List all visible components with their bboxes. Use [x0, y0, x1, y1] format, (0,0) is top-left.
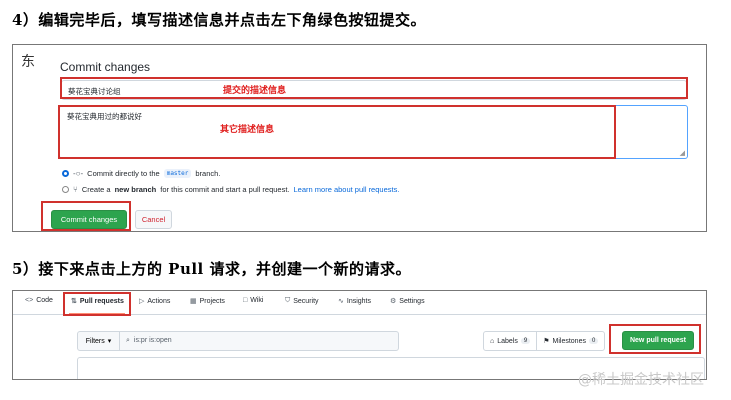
- labels-count: 9: [520, 338, 531, 344]
- annotation-box-summary: [60, 77, 688, 99]
- labels-milestones-group: ⌂ Labels 9 ⚑ Milestones 0: [483, 331, 606, 351]
- annotation-box-commit-button: [41, 201, 131, 231]
- wiki-icon: □: [243, 297, 248, 304]
- milestones-count: 0: [588, 338, 599, 344]
- code-icon: <>: [25, 297, 34, 304]
- tab-wiki[interactable]: □ Wiki: [243, 297, 263, 304]
- milestones-label: Milestones: [552, 337, 586, 345]
- branch-icon: ⑂: [73, 185, 78, 194]
- tab-label: Code: [36, 297, 53, 304]
- filters-dropdown[interactable]: Filters ▾: [78, 332, 120, 350]
- commit-changes-screenshot: 东 Commit changes 葵花宝典讨论组 葵花宝典用过的都说好 ◢ 提交…: [12, 44, 707, 232]
- step-5-heading: 5）接下来点击上方的 Pull 请求，并创建一个新的请求。: [12, 260, 411, 278]
- pr-filter-bar: Filters ▾ ⌕ is:pr is:open: [77, 331, 399, 351]
- tab-label: Security: [293, 297, 319, 305]
- tab-actions[interactable]: ▷ Actions: [139, 297, 171, 306]
- branch-name-badge: master: [163, 169, 192, 178]
- actions-icon: ▷: [139, 298, 145, 305]
- labels-button[interactable]: ⌂ Labels 9: [484, 332, 536, 350]
- radio-new-branch[interactable]: [62, 186, 69, 193]
- tab-projects[interactable]: ▦ Projects: [190, 297, 225, 306]
- milestones-button[interactable]: ⚑ Milestones 0: [536, 332, 604, 350]
- tab-label: Settings: [399, 297, 425, 305]
- tab-security[interactable]: ⛉ Security: [285, 297, 319, 305]
- tab-label: Actions: [147, 297, 171, 305]
- projects-icon: ▦: [190, 298, 197, 305]
- tab-code[interactable]: <> Code: [25, 297, 53, 304]
- commit-icon: -○-: [73, 169, 84, 178]
- annotation-box-pull-requests: [63, 292, 131, 316]
- new-branch-bold: new branch: [114, 185, 157, 194]
- pr-search-input[interactable]: ⌕ is:pr is:open: [126, 337, 172, 345]
- search-query: is:pr is:open: [133, 337, 172, 344]
- commit-direct-option[interactable]: -○- Commit directly to the master branch…: [62, 169, 220, 178]
- create-branch-option[interactable]: ⑂ Create a new branch for this commit an…: [62, 185, 399, 194]
- commit-direct-prefix: Commit directly to the: [87, 169, 160, 178]
- annotation-description-label: 其它描述信息: [220, 125, 275, 135]
- tab-insights[interactable]: ∿ Insights: [338, 297, 371, 306]
- milestone-icon: ⚑: [543, 338, 550, 345]
- annotation-summary-label: 提交的描述信息: [223, 86, 287, 96]
- tab-settings[interactable]: ⚙ Settings: [390, 297, 425, 306]
- tab-label: Projects: [199, 297, 225, 305]
- watermark: @稀土掘金技术社区: [578, 372, 704, 388]
- create-branch-prefix: Create a: [81, 185, 111, 194]
- radio-direct[interactable]: [62, 170, 69, 177]
- filters-label: Filters: [85, 337, 105, 345]
- cancel-button[interactable]: Cancel: [135, 210, 172, 229]
- step-4-heading: 4）编辑完毕后，填写描述信息并点击左下角绿色按钮提交。: [12, 11, 426, 29]
- labels-label: Labels: [497, 337, 518, 345]
- chevron-down-icon: ▾: [107, 338, 112, 345]
- side-text-fragment: 东: [21, 54, 35, 70]
- tab-label: Wiki: [250, 297, 264, 304]
- insights-icon: ∿: [338, 298, 344, 305]
- tag-icon: ⌂: [490, 337, 495, 345]
- tab-label: Insights: [346, 297, 371, 305]
- settings-icon: ⚙: [390, 298, 397, 305]
- annotation-box-description: [58, 105, 616, 159]
- commit-direct-suffix: branch.: [195, 169, 221, 178]
- create-branch-middle: for this commit and start a pull request…: [160, 185, 290, 194]
- search-icon: ⌕: [126, 337, 130, 344]
- resize-grip-icon[interactable]: ◢: [680, 149, 685, 157]
- commit-changes-title: Commit changes: [60, 60, 151, 74]
- pull-requests-screenshot: <> Code ⇅ Pull requests ▷ Actions ▦ Projects…: [12, 290, 707, 380]
- security-icon: ⛉: [285, 297, 291, 304]
- learn-more-link[interactable]: Learn more about pull requests.: [294, 185, 400, 194]
- annotation-box-new-pr: [609, 324, 701, 354]
